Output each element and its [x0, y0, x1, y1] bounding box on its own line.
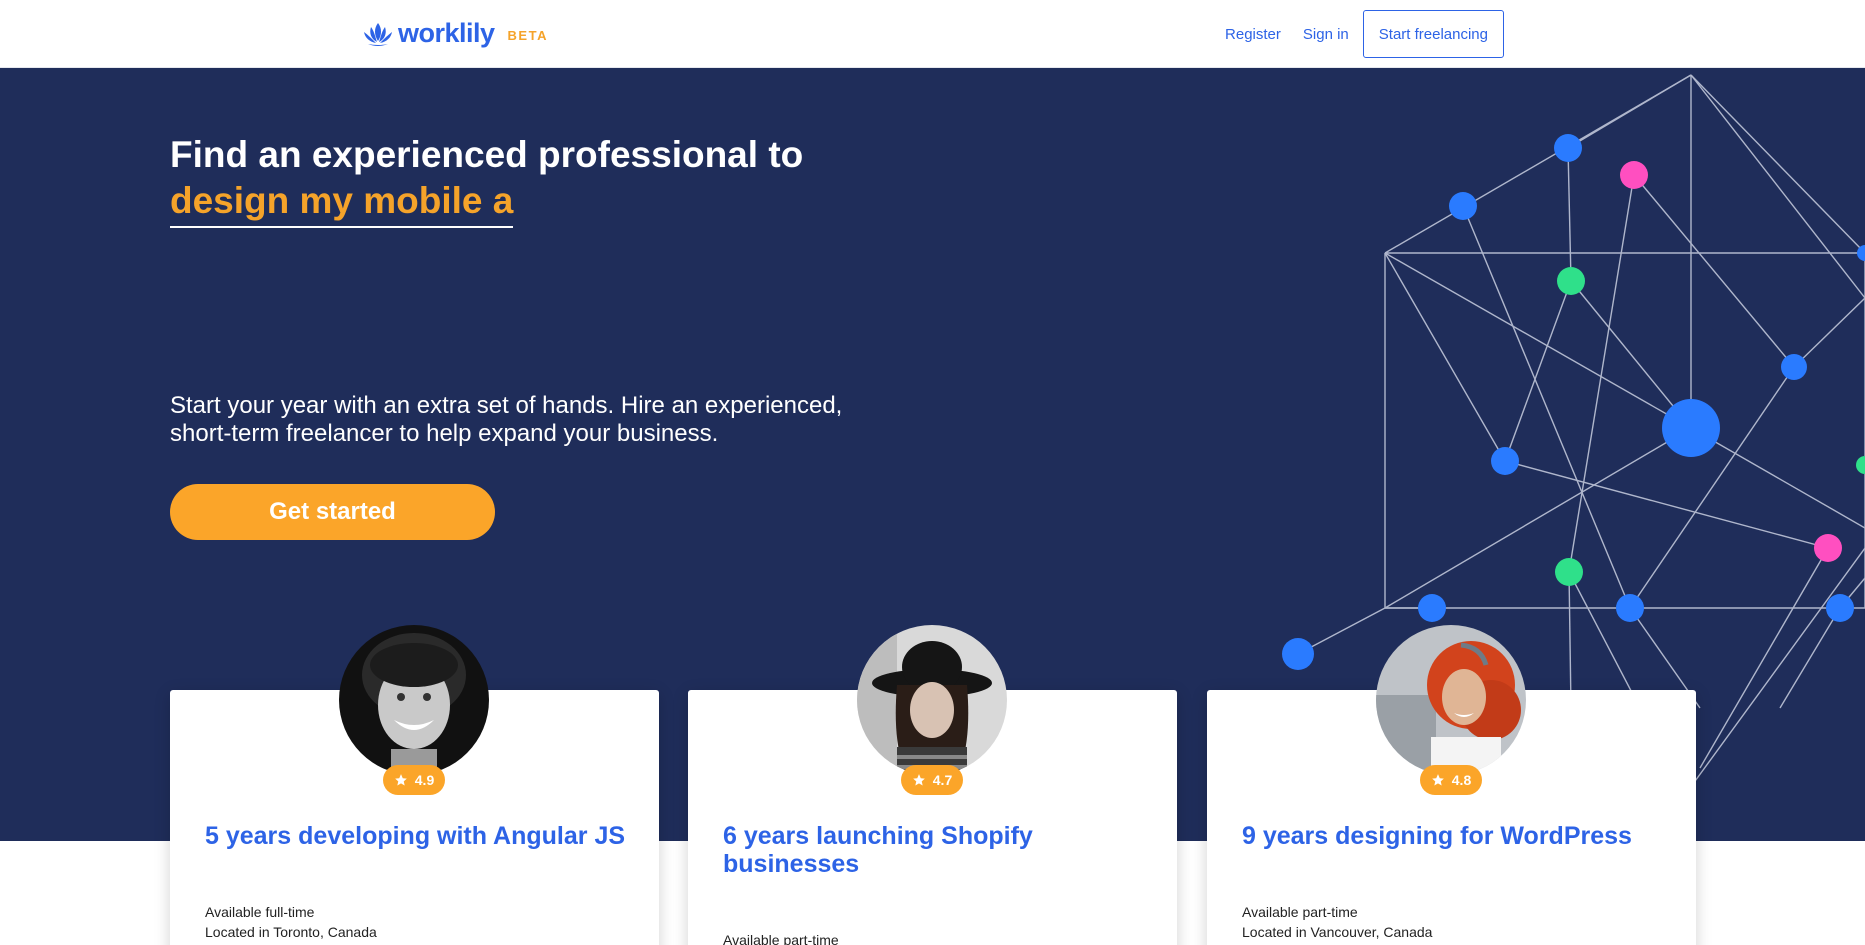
- card-title: 6 years launching Shopify businesses: [723, 822, 1033, 878]
- card-availability: Available part-time: [723, 932, 839, 945]
- hero-subtext: Start your year with an extra set of han…: [170, 392, 930, 448]
- star-icon: [394, 774, 407, 786]
- avatar-3: [1376, 625, 1526, 775]
- hero-headline: Find an experienced professional to: [170, 134, 804, 175]
- hero-typed-text: design my mobile a: [170, 178, 514, 228]
- register-link[interactable]: Register: [1225, 26, 1281, 43]
- rating-badge-1: 4.9: [383, 765, 445, 795]
- start-freelancing-button[interactable]: Start freelancing: [1362, 10, 1504, 58]
- beta-badge: BETA: [507, 27, 548, 43]
- hero-subtext-line-2: short-term freelancer to help expand you…: [170, 420, 719, 447]
- avatar-photo: [857, 625, 1007, 775]
- avatar-photo: [1376, 625, 1526, 775]
- card-title: 5 years developing with Angular JS: [205, 822, 626, 850]
- lotus-icon: [364, 22, 392, 46]
- get-started-button[interactable]: Get started: [170, 484, 495, 540]
- rating-value: 4.7: [932, 772, 953, 788]
- card-location: Located in Vancouver, Canada: [1242, 924, 1433, 940]
- avatar-2: [857, 625, 1007, 775]
- top-nav: Register Sign in Start freelancing: [1225, 10, 1504, 58]
- card-location: Located in Toronto, Canada: [205, 924, 377, 940]
- logo-wordmark: worklily: [398, 18, 495, 48]
- card-availability: Available part-time: [1242, 904, 1358, 920]
- star-icon: [1431, 774, 1444, 786]
- rating-value: 4.8: [1451, 772, 1472, 788]
- rating-badge-2: 4.7: [901, 765, 963, 795]
- avatar-photo: [339, 625, 489, 775]
- star-icon: [912, 774, 925, 786]
- site-header: worklily BETA Register Sign in Start fre…: [0, 0, 1865, 68]
- card-title: 9 years designing for WordPress: [1242, 822, 1632, 850]
- rating-badge-3: 4.8: [1420, 765, 1482, 795]
- card-availability: Available full-time: [205, 904, 315, 920]
- signin-link[interactable]: Sign in: [1303, 26, 1349, 43]
- hero-subtext-line-1: Start your year with an extra set of han…: [170, 392, 843, 419]
- avatar-1: [339, 625, 489, 775]
- logo[interactable]: worklily BETA: [362, 18, 548, 49]
- page: worklily BETA Register Sign in Start fre…: [0, 0, 1865, 945]
- rating-value: 4.9: [414, 772, 435, 788]
